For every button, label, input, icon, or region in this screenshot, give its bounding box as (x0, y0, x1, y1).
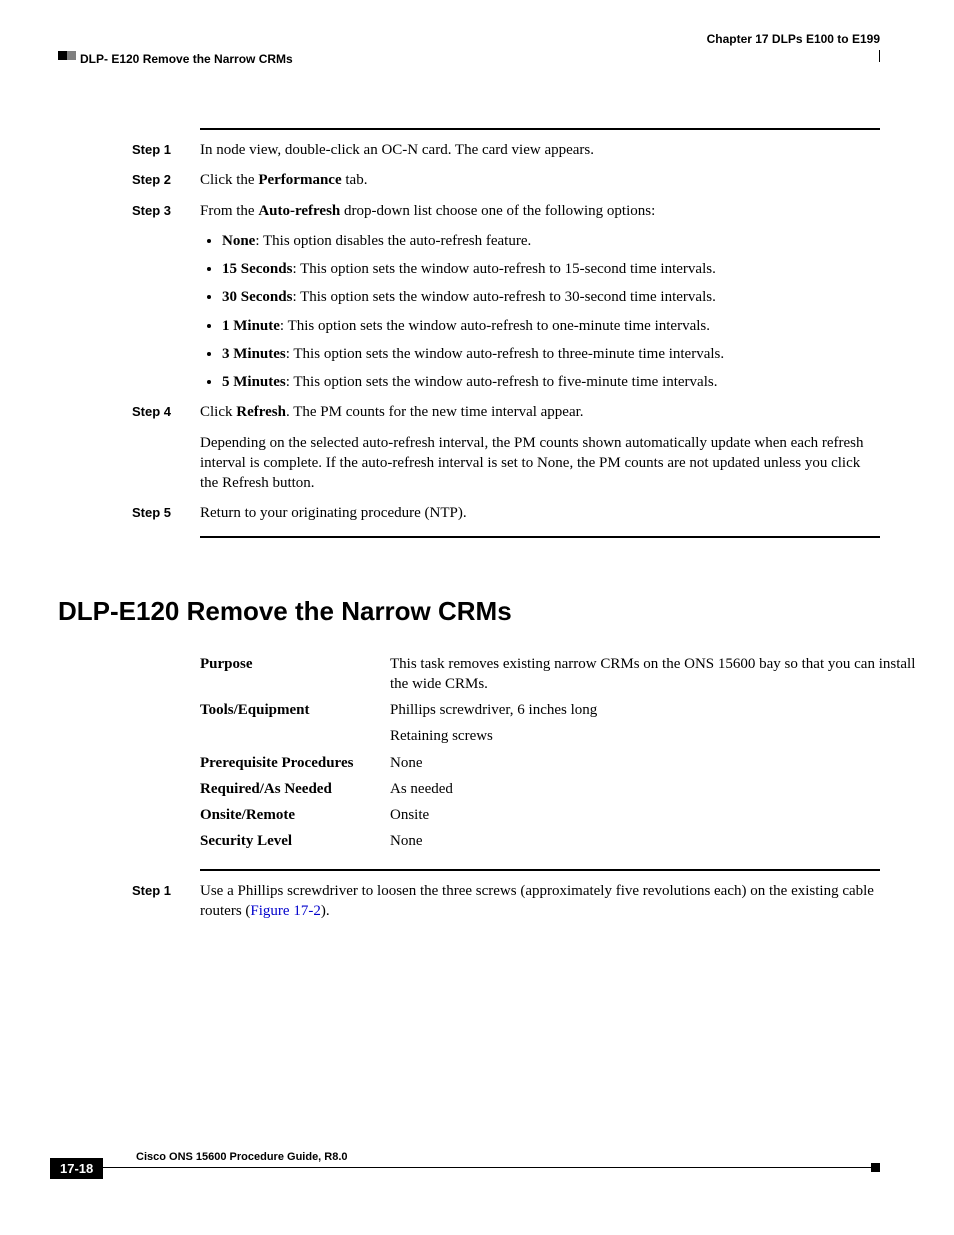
bullet-rest: : This option disables the auto-refresh … (255, 233, 531, 249)
step-row: Step 5 Return to your originating proced… (132, 503, 880, 523)
step-row: Step 1 Use a Phillips screwdriver to loo… (132, 881, 880, 922)
info-table: PurposeThis task removes existing narrow… (200, 651, 948, 855)
bullet-bold: 5 Minutes (222, 374, 286, 390)
bullet-item: 5 Minutes: This option sets the window a… (222, 372, 880, 392)
step-text: drop-down list choose one of the followi… (340, 203, 655, 219)
header-section-marker (58, 51, 76, 60)
info-value: As needed (390, 776, 948, 802)
step-label: Step 5 (132, 503, 200, 520)
header-chapter: Chapter 17 DLPs E100 to E199 (58, 32, 880, 46)
step-text: Return to your originating procedure (NT… (200, 505, 467, 521)
bullet-item: 1 Minute: This option sets the window au… (222, 316, 880, 336)
info-label: Security Level (200, 828, 390, 854)
table-row: Required/As NeededAs needed (200, 776, 948, 802)
step-row: Step 2 Click the Performance tab. (132, 170, 880, 190)
step-label: Step 1 (132, 140, 200, 157)
bullet-item: None: This option disables the auto-refr… (222, 231, 880, 251)
rule-end-procA (200, 536, 880, 538)
info-label: Tools/Equipment (200, 697, 390, 723)
step-row: Step 3 From the Auto-refresh drop-down l… (132, 201, 880, 393)
step-body: Use a Phillips screwdriver to loosen the… (200, 881, 880, 922)
table-row: Retaining screws (200, 723, 948, 749)
info-label: Required/As Needed (200, 776, 390, 802)
info-value: Retaining screws (390, 723, 948, 749)
step-bullets: None: This option disables the auto-refr… (200, 231, 880, 393)
footer-doc-title: Cisco ONS 15600 Procedure Guide, R8.0 (136, 1151, 880, 1163)
step-body: Click the Performance tab. (200, 170, 880, 190)
info-label: Onsite/Remote (200, 802, 390, 828)
step-text: Depending on the selected auto-refresh i… (200, 435, 864, 492)
bullet-rest: : This option sets the window auto-refre… (286, 346, 724, 362)
table-row: Tools/EquipmentPhillips screwdriver, 6 i… (200, 697, 948, 723)
step-text: . The PM counts for the new time interva… (286, 404, 584, 420)
bullet-item: 30 Seconds: This option sets the window … (222, 287, 880, 307)
info-value: Onsite (390, 802, 948, 828)
table-row: Security LevelNone (200, 828, 948, 854)
footer-marker (871, 1163, 880, 1172)
bullet-item: 15 Seconds: This option sets the window … (222, 259, 880, 279)
step-label: Step 4 (132, 402, 200, 419)
step-body: Click Refresh. The PM counts for the new… (200, 402, 880, 493)
step-label: Step 1 (132, 881, 200, 898)
step-text: tab. (342, 172, 368, 188)
bullet-bold: None (222, 233, 255, 249)
step-bold: Auto-refresh (258, 203, 340, 219)
footer-rule (58, 1167, 880, 1168)
table-row: Prerequisite ProceduresNone (200, 750, 948, 776)
step-bold: Performance (258, 172, 341, 188)
bullet-rest: : This option sets the window auto-refre… (280, 318, 710, 334)
rule-top (200, 128, 880, 130)
bullet-bold: 30 Seconds (222, 289, 292, 305)
step-text: In node view, double-click an OC-N card.… (200, 142, 594, 158)
step-label: Step 3 (132, 201, 200, 218)
step-text: From the (200, 203, 258, 219)
step-row: Step 4 Click Refresh. The PM counts for … (132, 402, 880, 493)
info-value: This task removes existing narrow CRMs o… (390, 651, 948, 698)
bullet-rest: : This option sets the window auto-refre… (292, 261, 715, 277)
bullet-item: 3 Minutes: This option sets the window a… (222, 344, 880, 364)
info-label: Prerequisite Procedures (200, 750, 390, 776)
step-text: Click the (200, 172, 258, 188)
footer-page-number: 17-18 (50, 1158, 103, 1179)
bullet-rest: : This option sets the window auto-refre… (292, 289, 715, 305)
header-section-title: DLP- E120 Remove the Narrow CRMs (80, 52, 880, 66)
step-bold: Refresh (236, 404, 286, 420)
section-heading: DLP-E120 Remove the Narrow CRMs (58, 596, 880, 627)
step-body: From the Auto-refresh drop-down list cho… (200, 201, 880, 393)
bullet-bold: 1 Minute (222, 318, 280, 334)
header-right-rule (879, 50, 880, 62)
step-body: Return to your originating procedure (NT… (200, 503, 880, 523)
info-label (200, 723, 390, 749)
info-label: Purpose (200, 651, 390, 698)
step-text: Click (200, 404, 236, 420)
step-text: ). (321, 903, 330, 919)
table-row: Onsite/RemoteOnsite (200, 802, 948, 828)
step-row: Step 1 In node view, double-click an OC-… (132, 140, 880, 160)
table-row: PurposeThis task removes existing narrow… (200, 651, 948, 698)
bullet-bold: 3 Minutes (222, 346, 286, 362)
bullet-bold: 15 Seconds (222, 261, 292, 277)
rule-procB-top (200, 869, 880, 871)
info-value: None (390, 828, 948, 854)
info-value: None (390, 750, 948, 776)
step-label: Step 2 (132, 170, 200, 187)
bullet-rest: : This option sets the window auto-refre… (286, 374, 718, 390)
info-value: Phillips screwdriver, 6 inches long (390, 697, 948, 723)
step-body: In node view, double-click an OC-N card.… (200, 140, 880, 160)
figure-xref[interactable]: Figure 17-2 (250, 903, 320, 919)
